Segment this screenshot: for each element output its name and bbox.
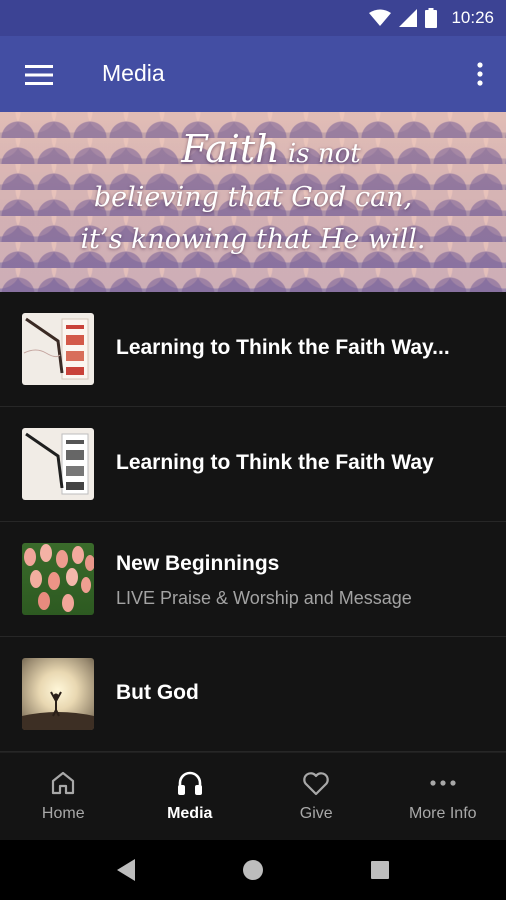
- wifi-icon: [369, 9, 392, 26]
- faith-quote-banner: Faith is not believing that God can, it’…: [0, 112, 506, 292]
- media-thumbnail: [22, 428, 94, 500]
- media-list: Learning to Think the Faith Way... Learn…: [0, 292, 506, 752]
- banner-line-3: it’s knowing that He will.: [80, 224, 426, 255]
- nav-item-media[interactable]: Media: [127, 753, 254, 841]
- headphones-icon: [177, 771, 202, 795]
- media-list-item[interactable]: Learning to Think the Faith Way: [0, 407, 506, 522]
- banner-line-1: Faith is not: [0, 126, 506, 177]
- back-icon: [117, 859, 135, 881]
- overflow-menu-button[interactable]: [468, 56, 492, 92]
- status-time: 10:26: [451, 8, 494, 27]
- nav-item-more-info[interactable]: More Info: [380, 753, 506, 841]
- tulips-image: [24, 544, 94, 612]
- nav-item-give[interactable]: Give: [253, 753, 380, 841]
- more-horizontal-icon: [430, 780, 456, 786]
- system-recents-button[interactable]: [364, 854, 396, 886]
- media-list-item[interactable]: Learning to Think the Faith Way...: [0, 292, 506, 407]
- document-glasses-image: [25, 432, 89, 495]
- media-list-item[interactable]: New Beginnings LIVE Praise & Worship and…: [0, 522, 506, 637]
- nav-label: More Info: [408, 805, 477, 822]
- system-home-button[interactable]: [237, 854, 269, 886]
- media-title: Learning to Think the Faith Way...: [116, 336, 450, 359]
- recents-square-icon: [371, 861, 389, 879]
- banner-emphasis-word: Faith: [181, 127, 280, 171]
- system-navigation-bar: [0, 840, 506, 900]
- status-bar: 10:26: [0, 0, 506, 36]
- media-subtitle: LIVE Praise & Worship and Message: [116, 588, 412, 608]
- home-icon: [52, 771, 75, 795]
- nav-label: Home: [41, 805, 85, 822]
- media-thumbnail: [22, 313, 94, 385]
- media-list-item[interactable]: But God: [0, 637, 506, 752]
- app-bar: Media: [0, 36, 506, 112]
- banner-line-2: believing that God can,: [93, 182, 413, 213]
- person-raised-arms-image: [22, 691, 94, 730]
- battery-icon: [425, 8, 438, 28]
- status-icons: 10:26: [369, 6, 494, 30]
- media-thumbnail: [22, 658, 94, 730]
- media-title: But God: [116, 681, 199, 704]
- bottom-navigation: Home Media Give More Info: [0, 752, 506, 840]
- media-title: New Beginnings: [116, 552, 280, 575]
- media-title: Learning to Think the Faith Way: [116, 451, 434, 474]
- banner-quote: Faith is not believing that God can, it’…: [0, 126, 506, 261]
- more-vertical-icon: [477, 62, 483, 86]
- document-glasses-image: [23, 317, 89, 380]
- cell-signal-icon: [399, 9, 418, 27]
- home-circle-icon: [243, 860, 263, 880]
- nav-label: Give: [299, 805, 333, 822]
- media-thumbnail: [22, 543, 94, 615]
- hamburger-menu-icon: [25, 65, 53, 85]
- banner-line-1-rest: is not: [279, 139, 361, 169]
- nav-label: Media: [167, 805, 213, 822]
- page-title: Media: [102, 60, 165, 86]
- system-back-button[interactable]: [110, 854, 142, 886]
- nav-item-home[interactable]: Home: [0, 753, 127, 841]
- heart-icon: [303, 772, 330, 796]
- hamburger-menu-button[interactable]: [18, 58, 60, 92]
